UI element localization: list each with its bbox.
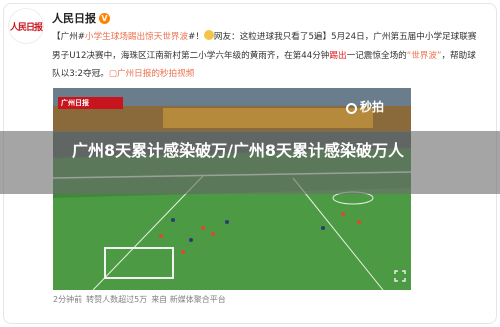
overlay-title: 广州8天累计感染破万/广州8天累计感染破万人 (71, 141, 405, 160)
post-reposts: 转赞人数超过5万 (86, 295, 148, 304)
post-meta: 2分钟前 转赞人数超过5万 来自 新媒体聚合平台 (53, 294, 230, 305)
video-logo-overlay: 广州日报 (58, 97, 123, 109)
emoji-icon (203, 30, 214, 40)
post-text: 【广州#小学生球场踢出惊天世界波#！ 网友：这粒进球我只看了5遍】5月24日，广州… (52, 28, 484, 84)
fullscreen-icon[interactable] (394, 270, 406, 282)
miaopai-text: 秒拍 (360, 100, 385, 114)
post-source[interactable]: 来自 新媒体聚合平台 (151, 295, 226, 304)
verified-badge-icon: V (99, 13, 110, 24)
miaopai-watermark: 秒拍 (346, 98, 384, 115)
post-time[interactable]: 2分钟前 (53, 295, 82, 304)
author-avatar[interactable]: 人民日报 (8, 8, 44, 44)
author-name-text[interactable]: 人民日报 (52, 12, 96, 25)
post-text-lead: 【广州# (52, 32, 85, 42)
video-source-link[interactable]: 广州日报的秒拍视频 (117, 69, 194, 79)
avatar-logo-text: 人民日报 (9, 22, 43, 33)
post-text-quote: “世界波” (406, 50, 442, 61)
hashtag-end: #！ (188, 32, 204, 42)
author-name[interactable]: 人民日报 V (52, 10, 110, 26)
hashtag-link[interactable]: 小学生球场踢出惊天世界波 (85, 32, 188, 42)
post-text-highlight: 踢出 (329, 50, 347, 61)
post-text-body-2: 一记震惊全场的 (346, 50, 407, 61)
video-link-icon: ▢ (108, 69, 117, 79)
miaopai-icon (346, 103, 357, 114)
